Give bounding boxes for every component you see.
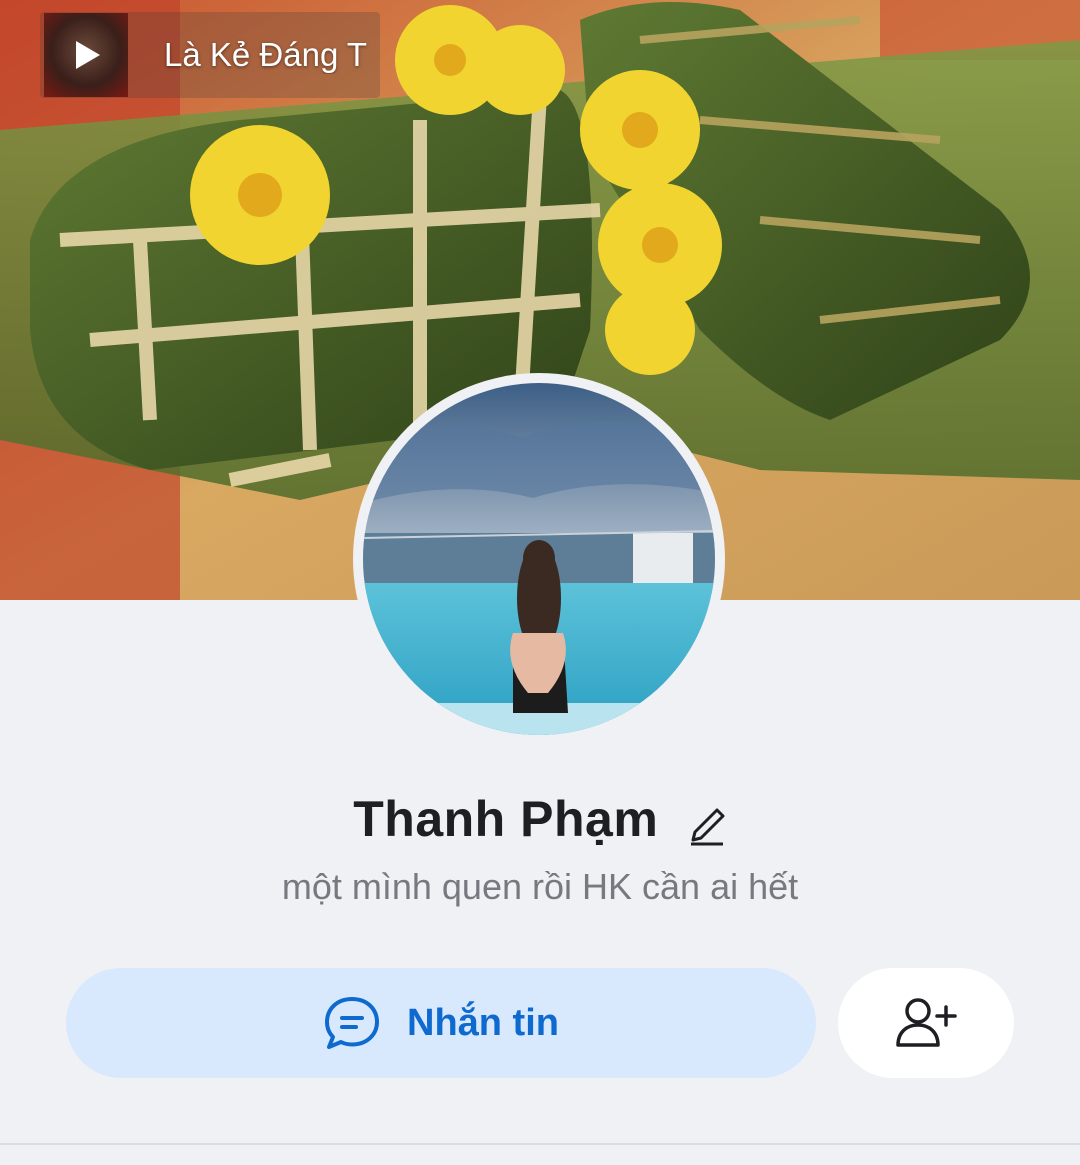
chat-bubble-icon (325, 997, 379, 1049)
music-chip[interactable]: Là Kẻ Đáng T (40, 12, 380, 98)
profile-status: một mình quen rồi HK cần ai hết (281, 866, 799, 907)
avatar-image (363, 383, 715, 735)
play-icon (76, 41, 100, 69)
divider (0, 1143, 1080, 1145)
music-thumbnail[interactable] (44, 13, 128, 97)
avatar[interactable] (353, 373, 725, 745)
edit-pencil-icon[interactable] (687, 802, 727, 851)
message-button[interactable]: Nhắn tin (66, 968, 816, 1078)
profile-name: Thanh Phạm (353, 791, 659, 847)
add-friend-icon (896, 998, 957, 1047)
message-button-label: Nhắn tin (407, 1001, 559, 1044)
add-friend-button[interactable] (838, 968, 1014, 1078)
music-title: Là Kẻ Đáng T (164, 36, 368, 73)
